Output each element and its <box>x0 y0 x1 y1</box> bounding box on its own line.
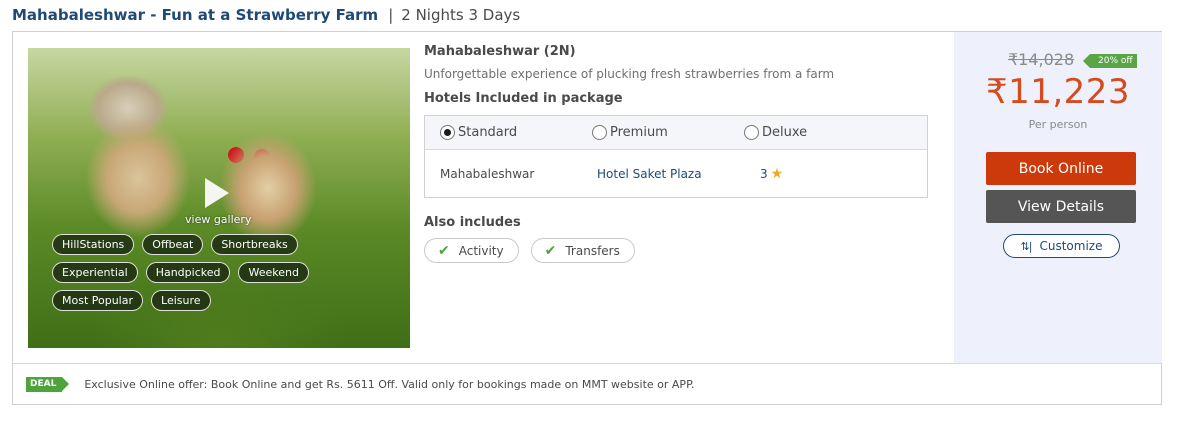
also-includes-heading: Also includes <box>424 215 521 230</box>
tag-hillstations[interactable]: HillStations <box>52 234 135 255</box>
view-gallery-link[interactable]: view gallery <box>185 213 251 226</box>
package-details: Mahabaleshwar (2N) Unforgettable experie… <box>424 44 930 263</box>
radio-unselected-icon[interactable] <box>592 125 607 140</box>
hotel-name-link[interactable]: Hotel Saket Plaza <box>597 167 702 181</box>
include-label: Activity <box>458 243 504 258</box>
hotels-heading: Hotels Included in package <box>424 91 623 106</box>
tag-shortbreaks[interactable]: Shortbreaks <box>211 234 298 255</box>
checkmark-icon: ✔ <box>544 242 557 259</box>
package-card: view gallery HillStations Offbeat Shortb… <box>12 31 1162 405</box>
tag-row: HillStations Offbeat Shortbreaks <box>52 234 352 255</box>
discount-badge: 20% off <box>1083 54 1137 68</box>
radio-premium[interactable]: Premium <box>592 125 744 140</box>
tag-experiential[interactable]: Experiential <box>52 262 138 283</box>
star-icon: ★ <box>770 166 784 182</box>
radio-deluxe[interactable]: Deluxe <box>744 125 807 140</box>
checkmark-icon: ✔ <box>438 242 450 259</box>
hotels-table: Standard Premium Deluxe Mahabaleshwar Ho… <box>424 115 928 198</box>
hotel-row: Mahabaleshwar Hotel Saket Plaza 3 ★ <box>425 150 927 198</box>
includes-list: ✔ Activity ✔ Transfers <box>424 238 930 263</box>
package-photo[interactable]: view gallery HillStations Offbeat Shortb… <box>28 48 410 348</box>
customize-label: Customize <box>1039 239 1103 253</box>
original-price: ₹14,028 <box>1008 50 1075 69</box>
radio-label: Deluxe <box>762 125 808 140</box>
current-price: ₹11,223 <box>985 72 1131 112</box>
play-icon[interactable] <box>205 178 229 208</box>
tag-row: Experiential Handpicked Weekend <box>52 262 352 283</box>
tag-most-popular[interactable]: Most Popular <box>52 290 144 311</box>
radio-selected-icon[interactable] <box>440 125 455 140</box>
tag-list: HillStations Offbeat Shortbreaks Experie… <box>52 234 352 318</box>
deal-badge: DEAL <box>26 376 70 392</box>
title-separator: | <box>388 6 394 24</box>
pricing-panel: ₹14,028 20% off ₹11,223 Per person Book … <box>954 32 1162 363</box>
deal-text: Exclusive Online offer: Book Online and … <box>84 377 695 391</box>
customize-button[interactable]: ⇅| Customize <box>1003 234 1120 258</box>
hotel-rating: 3 ★ <box>760 166 783 182</box>
radio-label: Premium <box>610 125 668 140</box>
package-title[interactable]: Mahabaleshwar - Fun at a Strawberry Farm <box>12 6 378 24</box>
price-per-person: Per person <box>1028 118 1088 131</box>
package-duration: 2 Nights 3 Days <box>401 6 521 24</box>
view-details-button[interactable]: View Details <box>986 190 1136 223</box>
radio-unselected-icon[interactable] <box>744 125 759 140</box>
include-activity: ✔ Activity <box>424 238 519 263</box>
radio-label: Standard <box>458 125 518 140</box>
book-online-button[interactable]: Book Online <box>986 152 1136 185</box>
hotel-city: Mahabaleshwar <box>440 167 535 181</box>
package-header: Mahabaleshwar - Fun at a Strawberry Farm… <box>12 4 520 26</box>
include-transfers: ✔ Transfers <box>530 238 635 263</box>
destination-title: Mahabaleshwar (2N) <box>424 44 576 59</box>
tag-row: Most Popular Leisure <box>52 290 352 311</box>
radio-standard[interactable]: Standard <box>440 125 592 140</box>
tag-offbeat[interactable]: Offbeat <box>142 234 204 255</box>
hotel-category-selector: Standard Premium Deluxe <box>425 116 927 150</box>
rating-value: 3 <box>760 167 768 181</box>
sliders-icon: ⇅| <box>1020 239 1033 253</box>
tag-leisure[interactable]: Leisure <box>151 290 211 311</box>
include-label: Transfers <box>565 243 620 258</box>
deal-bar: DEAL Exclusive Online offer: Book Online… <box>13 363 1161 404</box>
tag-handpicked[interactable]: Handpicked <box>145 262 231 283</box>
tag-weekend[interactable]: Weekend <box>238 262 309 283</box>
package-description: Unforgettable experience of plucking fre… <box>424 67 835 81</box>
